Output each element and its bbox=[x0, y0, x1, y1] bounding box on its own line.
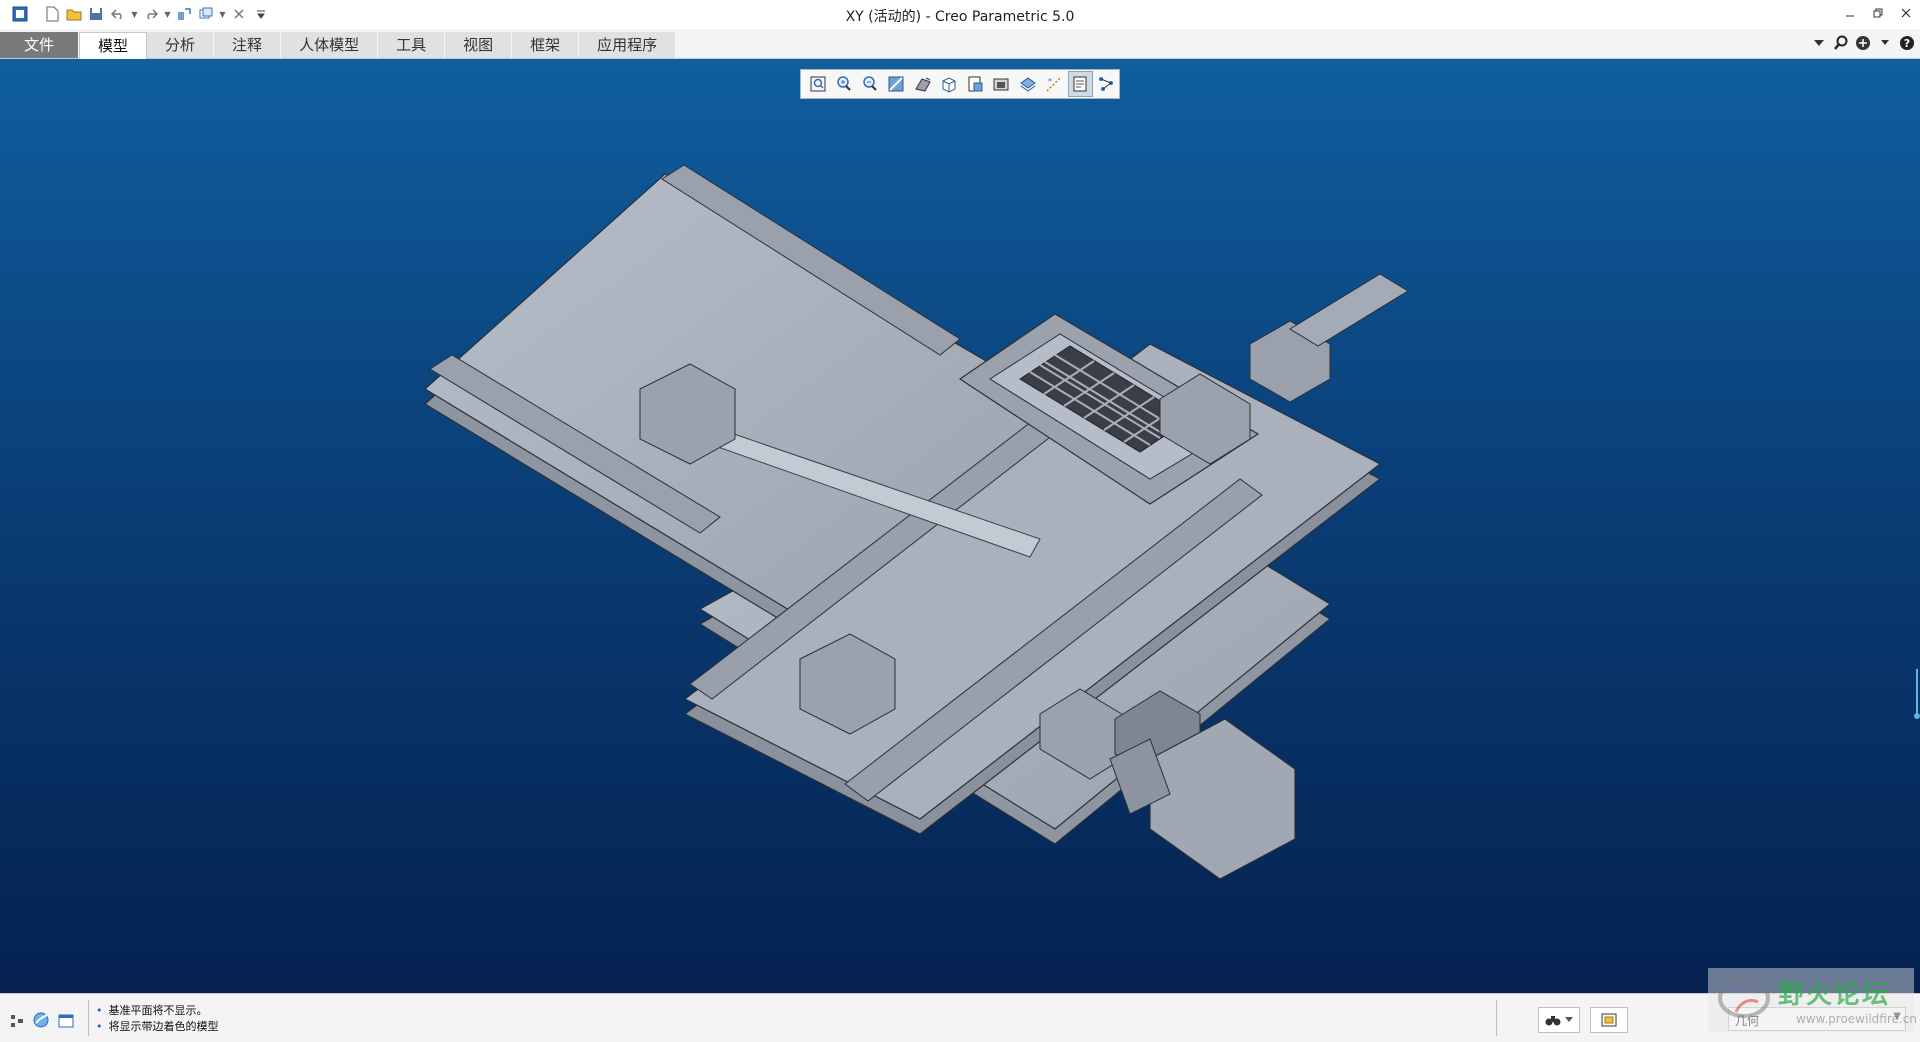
window-title: XY (活动的) - Creo Parametric 5.0 bbox=[845, 9, 1075, 25]
repaint-icon[interactable] bbox=[884, 71, 909, 97]
in-graphics-toolbar: * bbox=[800, 69, 1120, 99]
spin-center-icon[interactable] bbox=[1067, 71, 1093, 97]
zoom-in-icon[interactable] bbox=[831, 71, 856, 97]
tab-applications[interactable]: 应用程序 bbox=[579, 32, 677, 58]
title-bar: ▼ ▼ ▼ XY (活动的) - Creo Parametric 5.0 bbox=[0, 0, 1920, 29]
display-style-icon[interactable] bbox=[989, 71, 1014, 97]
tab-model[interactable]: 模型 bbox=[79, 32, 148, 59]
tab-tools[interactable]: 工具 bbox=[378, 32, 446, 58]
browser-toggle-icon[interactable] bbox=[32, 1011, 50, 1033]
minimize-ribbon-icon[interactable] bbox=[1810, 32, 1828, 54]
selected-items-button[interactable] bbox=[1590, 1007, 1628, 1033]
close-icon[interactable] bbox=[1892, 0, 1920, 26]
perspective-icon[interactable] bbox=[910, 71, 935, 97]
watermark-url: www.proewildfire.cn bbox=[1796, 1012, 1917, 1026]
ribbon-right-controls: ? bbox=[1810, 32, 1916, 54]
zoom-out-icon[interactable] bbox=[858, 71, 883, 97]
status-message: 基准平面将不显示。 bbox=[96, 1003, 219, 1019]
tab-manikin[interactable]: 人体模型 bbox=[281, 32, 379, 58]
community-dropdown-icon[interactable] bbox=[1876, 32, 1894, 54]
status-message: 将显示带边着色的模型 bbox=[96, 1019, 219, 1035]
status-divider bbox=[88, 1000, 89, 1036]
status-divider bbox=[1496, 1000, 1497, 1036]
watermark-logo-icon bbox=[1718, 978, 1770, 1018]
tab-view[interactable]: 视图 bbox=[445, 32, 513, 58]
ribbon-tabs: 文件 模型 分析 注释 人体模型 工具 视图 框架 应用程序 bbox=[0, 32, 677, 59]
tab-analysis[interactable]: 分析 bbox=[147, 32, 215, 58]
find-button[interactable] bbox=[1538, 1007, 1580, 1033]
graphics-window[interactable]: * bbox=[0, 59, 1920, 993]
navigator-toggle-icon[interactable] bbox=[10, 1013, 24, 1032]
minimize-icon[interactable] bbox=[1836, 0, 1864, 26]
help-icon[interactable]: ? bbox=[1898, 32, 1916, 54]
svg-text:*: * bbox=[1048, 77, 1052, 86]
saved-orientations-icon[interactable] bbox=[936, 71, 961, 97]
datum-display-icon[interactable] bbox=[1015, 71, 1040, 97]
window-controls bbox=[1836, 0, 1920, 26]
status-bar: 基准平面将不显示。 将显示带边着色的模型 几何 ▼ bbox=[0, 993, 1920, 1042]
forum-watermark: 野火论坛 www.proewildfire.cn bbox=[1708, 968, 1917, 1032]
tab-annotate[interactable]: 注释 bbox=[214, 32, 282, 58]
tab-file[interactable]: 文件 bbox=[0, 32, 80, 58]
appearance-icon[interactable] bbox=[1094, 71, 1119, 97]
find-dropdown-icon bbox=[1565, 1017, 1573, 1022]
full-screen-icon[interactable] bbox=[58, 1013, 74, 1032]
community-icon[interactable] bbox=[1854, 32, 1872, 54]
svg-text:?: ? bbox=[1904, 37, 1910, 50]
tab-framework[interactable]: 框架 bbox=[512, 32, 580, 58]
view-manager-icon[interactable] bbox=[963, 71, 988, 97]
selected-items-icon bbox=[1601, 1013, 1617, 1027]
watermark-text: 野火论坛 bbox=[1778, 980, 1891, 1010]
annotation-display-icon[interactable]: * bbox=[1041, 71, 1066, 97]
restore-icon[interactable] bbox=[1864, 0, 1892, 26]
search-icon[interactable] bbox=[1832, 32, 1850, 54]
status-icons bbox=[10, 1011, 74, 1033]
binoculars-icon bbox=[1545, 1016, 1561, 1026]
view-slider[interactable] bbox=[1914, 669, 1920, 721]
ribbon: 文件 模型 分析 注释 人体模型 工具 视图 框架 应用程序 ? bbox=[0, 29, 1920, 59]
refit-icon[interactable] bbox=[805, 71, 830, 97]
message-area: 基准平面将不显示。 将显示带边着色的模型 bbox=[96, 1003, 219, 1035]
assembly-model bbox=[423, 164, 1409, 880]
